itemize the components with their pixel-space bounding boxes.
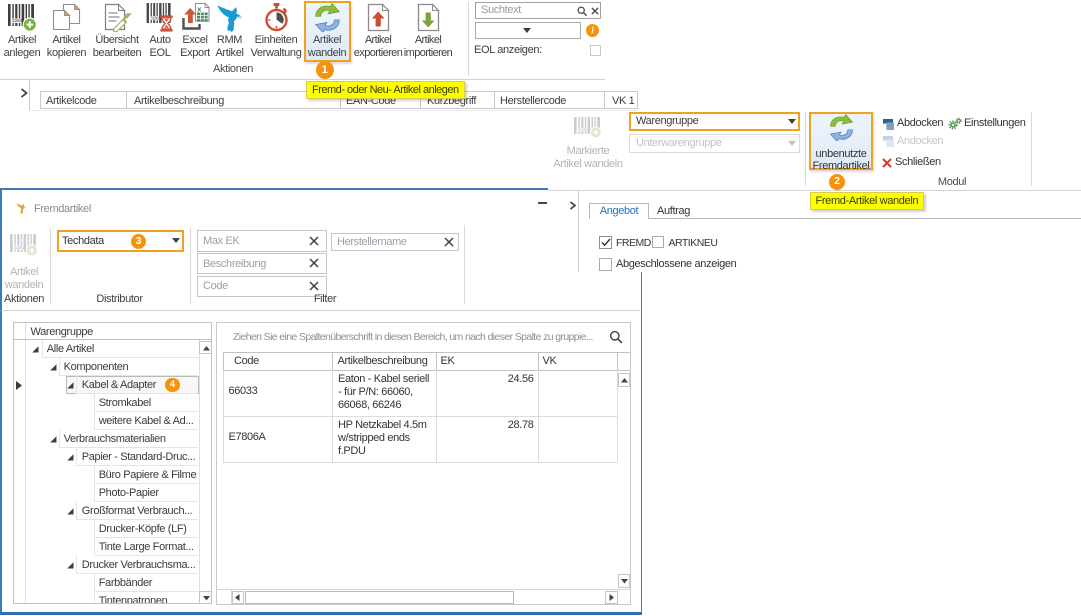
svg-text:31681: 31681 [150, 16, 161, 21]
svg-text:31681: 31681 [14, 245, 25, 250]
svg-text:31681: 31681 [12, 18, 23, 23]
svg-text:31681: 31681 [578, 127, 589, 132]
